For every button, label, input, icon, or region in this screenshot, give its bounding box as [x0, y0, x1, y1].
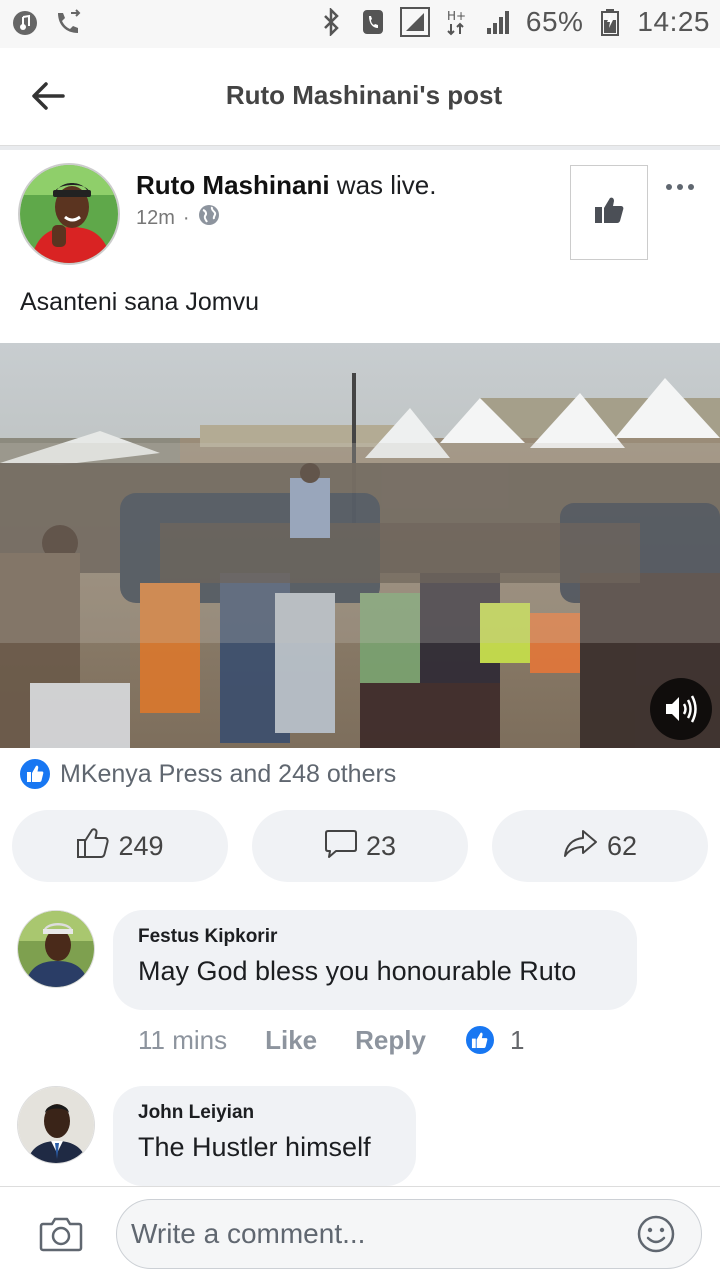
- speaker-icon: [663, 694, 699, 724]
- vibrate-icon: [358, 7, 388, 37]
- clock: 14:25: [637, 6, 710, 37]
- battery-icon: [595, 7, 625, 37]
- comment-like-button[interactable]: Like: [265, 1025, 317, 1056]
- comment-composer: Write a comment...: [0, 1186, 720, 1280]
- signal-icon: [399, 7, 430, 37]
- share-button[interactable]: 62: [492, 810, 708, 882]
- hplus-icon: H+: [442, 7, 472, 37]
- comment-count: 23: [365, 830, 397, 861]
- camera-icon[interactable]: [38, 1211, 84, 1257]
- commenter-name[interactable]: John Leiyian: [138, 1102, 392, 1124]
- like-button[interactable]: 249: [12, 810, 228, 882]
- comment-button[interactable]: 23: [252, 810, 468, 882]
- call-forward-icon: [54, 8, 84, 38]
- thumbs-up-outline-icon: [76, 827, 110, 866]
- signal-icon: [484, 7, 514, 37]
- sound-toggle-button[interactable]: [650, 678, 712, 740]
- comment-reactions[interactable]: 1: [463, 1024, 525, 1056]
- comment-input[interactable]: Write a comment...: [116, 1199, 702, 1269]
- commenter-avatar[interactable]: [17, 910, 95, 988]
- divider: [0, 146, 720, 150]
- post-time[interactable]: 12m: [136, 207, 175, 230]
- battery-percent: 65%: [525, 6, 584, 37]
- comment-time[interactable]: 11 mins: [138, 1025, 227, 1056]
- comment-input-placeholder: Write a comment...: [131, 1218, 366, 1249]
- comment-text: The Hustler himself: [138, 1132, 371, 1162]
- meta-separator: ·: [182, 206, 190, 229]
- comment-reaction-count: 1: [509, 1024, 525, 1055]
- live-label: was live.: [329, 170, 437, 200]
- author-avatar[interactable]: [18, 163, 120, 265]
- status-bar: H+ 65% 14:25: [0, 0, 720, 48]
- commenter-name[interactable]: Festus Kipkorir: [138, 926, 613, 948]
- post-text: Asanteni sana Jomvu: [20, 288, 260, 316]
- author-name[interactable]: Ruto Mashinani: [136, 170, 330, 200]
- svg-text:H+: H+: [447, 9, 466, 23]
- bluetooth-icon: [316, 7, 346, 37]
- like-count: 249: [118, 830, 164, 861]
- like-page-button[interactable]: [570, 165, 648, 260]
- comment-actions: 11 mins Like Reply 1: [138, 1024, 524, 1056]
- globe-icon: [198, 204, 220, 232]
- author-line: Ruto Mashinani was live.: [136, 170, 436, 201]
- more-options-icon[interactable]: [660, 172, 700, 202]
- like-reaction-icon: [18, 757, 52, 791]
- music-icon: [10, 8, 40, 38]
- share-arrow-icon: [563, 828, 599, 865]
- video-frame: [0, 343, 720, 748]
- emoji-icon[interactable]: [636, 1214, 676, 1254]
- comment-bubble[interactable]: John Leiyian The Hustler himself: [113, 1086, 416, 1186]
- reactions-summary[interactable]: MKenya Press and 248 others: [18, 757, 396, 791]
- comment-bubble[interactable]: Festus Kipkorir May God bless you honour…: [113, 910, 637, 1010]
- post-meta: 12m ·: [136, 204, 220, 232]
- commenter-avatar[interactable]: [17, 1086, 95, 1164]
- thumbs-up-icon: [593, 195, 625, 230]
- comment-reply-button[interactable]: Reply: [355, 1025, 426, 1056]
- like-reaction-icon: [463, 1024, 496, 1056]
- live-video[interactable]: [0, 343, 720, 748]
- app-header: Ruto Mashinani's post: [0, 48, 720, 146]
- comment-bubble-icon: [324, 827, 358, 866]
- share-count: 62: [606, 830, 638, 861]
- comment-text: May God bless you honourable Ruto: [138, 956, 577, 986]
- page-title: Ruto Mashinani's post: [225, 80, 503, 110]
- reactions-summary-text: MKenya Press and 248 others: [60, 759, 397, 788]
